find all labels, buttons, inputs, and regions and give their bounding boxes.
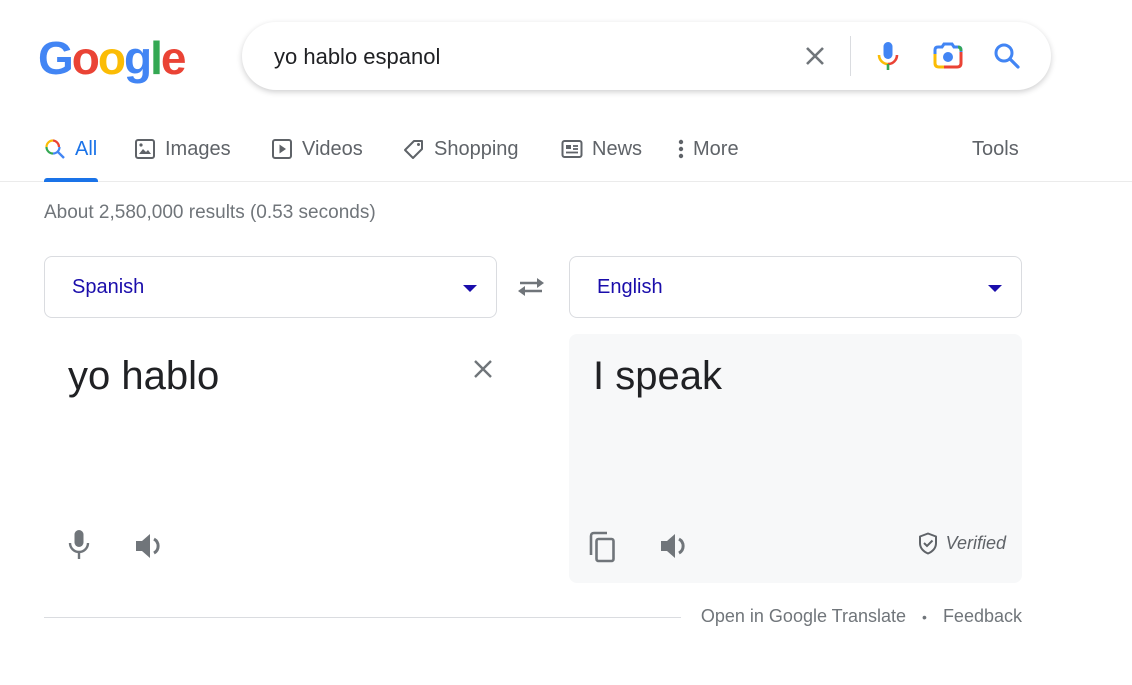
translation-output-panel: I speak Verified bbox=[569, 334, 1022, 583]
source-voice-input-button[interactable] bbox=[64, 528, 94, 562]
open-in-google-translate-link[interactable]: Open in Google Translate bbox=[701, 606, 906, 627]
verified-label: Verified bbox=[945, 532, 1006, 553]
source-text-input[interactable]: yo hablo bbox=[68, 354, 219, 399]
source-language-label: Spanish bbox=[72, 275, 145, 298]
search-submit-button[interactable] bbox=[991, 40, 1023, 72]
tab-label: More bbox=[693, 137, 739, 160]
search-divider bbox=[850, 36, 851, 76]
verified-badge[interactable]: Verified bbox=[917, 531, 1006, 555]
voice-search-button[interactable] bbox=[872, 40, 904, 72]
copy-translation-button[interactable] bbox=[586, 530, 618, 564]
clear-source-button[interactable] bbox=[468, 354, 498, 384]
target-language-select[interactable]: English bbox=[569, 256, 1022, 318]
speaker-icon bbox=[136, 534, 160, 558]
logo-letter: G bbox=[38, 32, 74, 84]
search-input[interactable] bbox=[274, 42, 774, 72]
result-stats: About 2,580,000 results (0.53 seconds) bbox=[44, 202, 376, 223]
tab-label: Images bbox=[165, 137, 231, 160]
google-logo[interactable]: Google bbox=[38, 32, 187, 84]
tools-label: Tools bbox=[972, 137, 1019, 160]
newspaper-icon bbox=[561, 138, 583, 160]
microphone-icon bbox=[68, 530, 90, 559]
active-tab-indicator bbox=[44, 178, 98, 182]
logo-letter: o bbox=[97, 32, 126, 84]
search-by-image-button[interactable] bbox=[932, 40, 964, 72]
clear-search-button[interactable] bbox=[799, 40, 831, 72]
copy-icon bbox=[589, 531, 615, 563]
source-listen-button[interactable] bbox=[132, 530, 168, 562]
source-language-select[interactable]: Spanish bbox=[44, 256, 497, 318]
image-icon bbox=[134, 138, 156, 160]
footer-divider bbox=[44, 617, 681, 618]
tab-all[interactable]: All bbox=[44, 134, 97, 164]
translated-text: I speak bbox=[593, 354, 722, 398]
tab-shopping[interactable]: Shopping bbox=[403, 134, 519, 164]
tab-images[interactable]: Images bbox=[134, 134, 231, 164]
microphone-icon bbox=[877, 42, 899, 70]
target-language-label: English bbox=[597, 275, 663, 298]
logo-letter: e bbox=[160, 32, 187, 84]
play-icon bbox=[271, 138, 293, 160]
tab-label: All bbox=[75, 137, 98, 160]
tab-label: Shopping bbox=[434, 137, 519, 160]
footer-separator: • bbox=[922, 608, 927, 625]
dropdown-caret-icon bbox=[988, 285, 1002, 292]
translation-listen-button[interactable] bbox=[657, 530, 693, 562]
tab-news[interactable]: News bbox=[561, 134, 642, 164]
swap-languages-button[interactable] bbox=[515, 272, 547, 302]
feedback-link[interactable]: Feedback bbox=[943, 606, 1022, 627]
tab-label: News bbox=[592, 137, 643, 160]
search-icon bbox=[44, 138, 66, 160]
tab-videos[interactable]: Videos bbox=[271, 134, 363, 164]
close-icon bbox=[806, 47, 824, 65]
close-icon bbox=[474, 360, 492, 378]
source-text-panel: yo hablo bbox=[44, 334, 497, 583]
logo-letter: o bbox=[71, 32, 100, 84]
tools-button[interactable]: Tools bbox=[972, 134, 1019, 164]
tab-more[interactable]: More bbox=[675, 134, 739, 164]
tab-label: Videos bbox=[302, 137, 363, 160]
tag-icon bbox=[403, 138, 425, 160]
translate-footer: Open in Google Translate • Feedback bbox=[701, 606, 1022, 627]
more-vertical-icon bbox=[675, 138, 687, 160]
search-box bbox=[242, 22, 1051, 90]
swap-icon bbox=[518, 278, 544, 296]
verified-shield-icon bbox=[917, 531, 939, 555]
search-icon bbox=[994, 43, 1020, 69]
google-lens-icon bbox=[933, 42, 963, 69]
dropdown-caret-icon bbox=[463, 285, 477, 292]
logo-letter: l bbox=[150, 32, 163, 84]
speaker-icon bbox=[661, 534, 685, 558]
logo-letter: g bbox=[124, 32, 152, 84]
search-tabs: All Images Videos Shopping News More Too… bbox=[0, 120, 1132, 182]
